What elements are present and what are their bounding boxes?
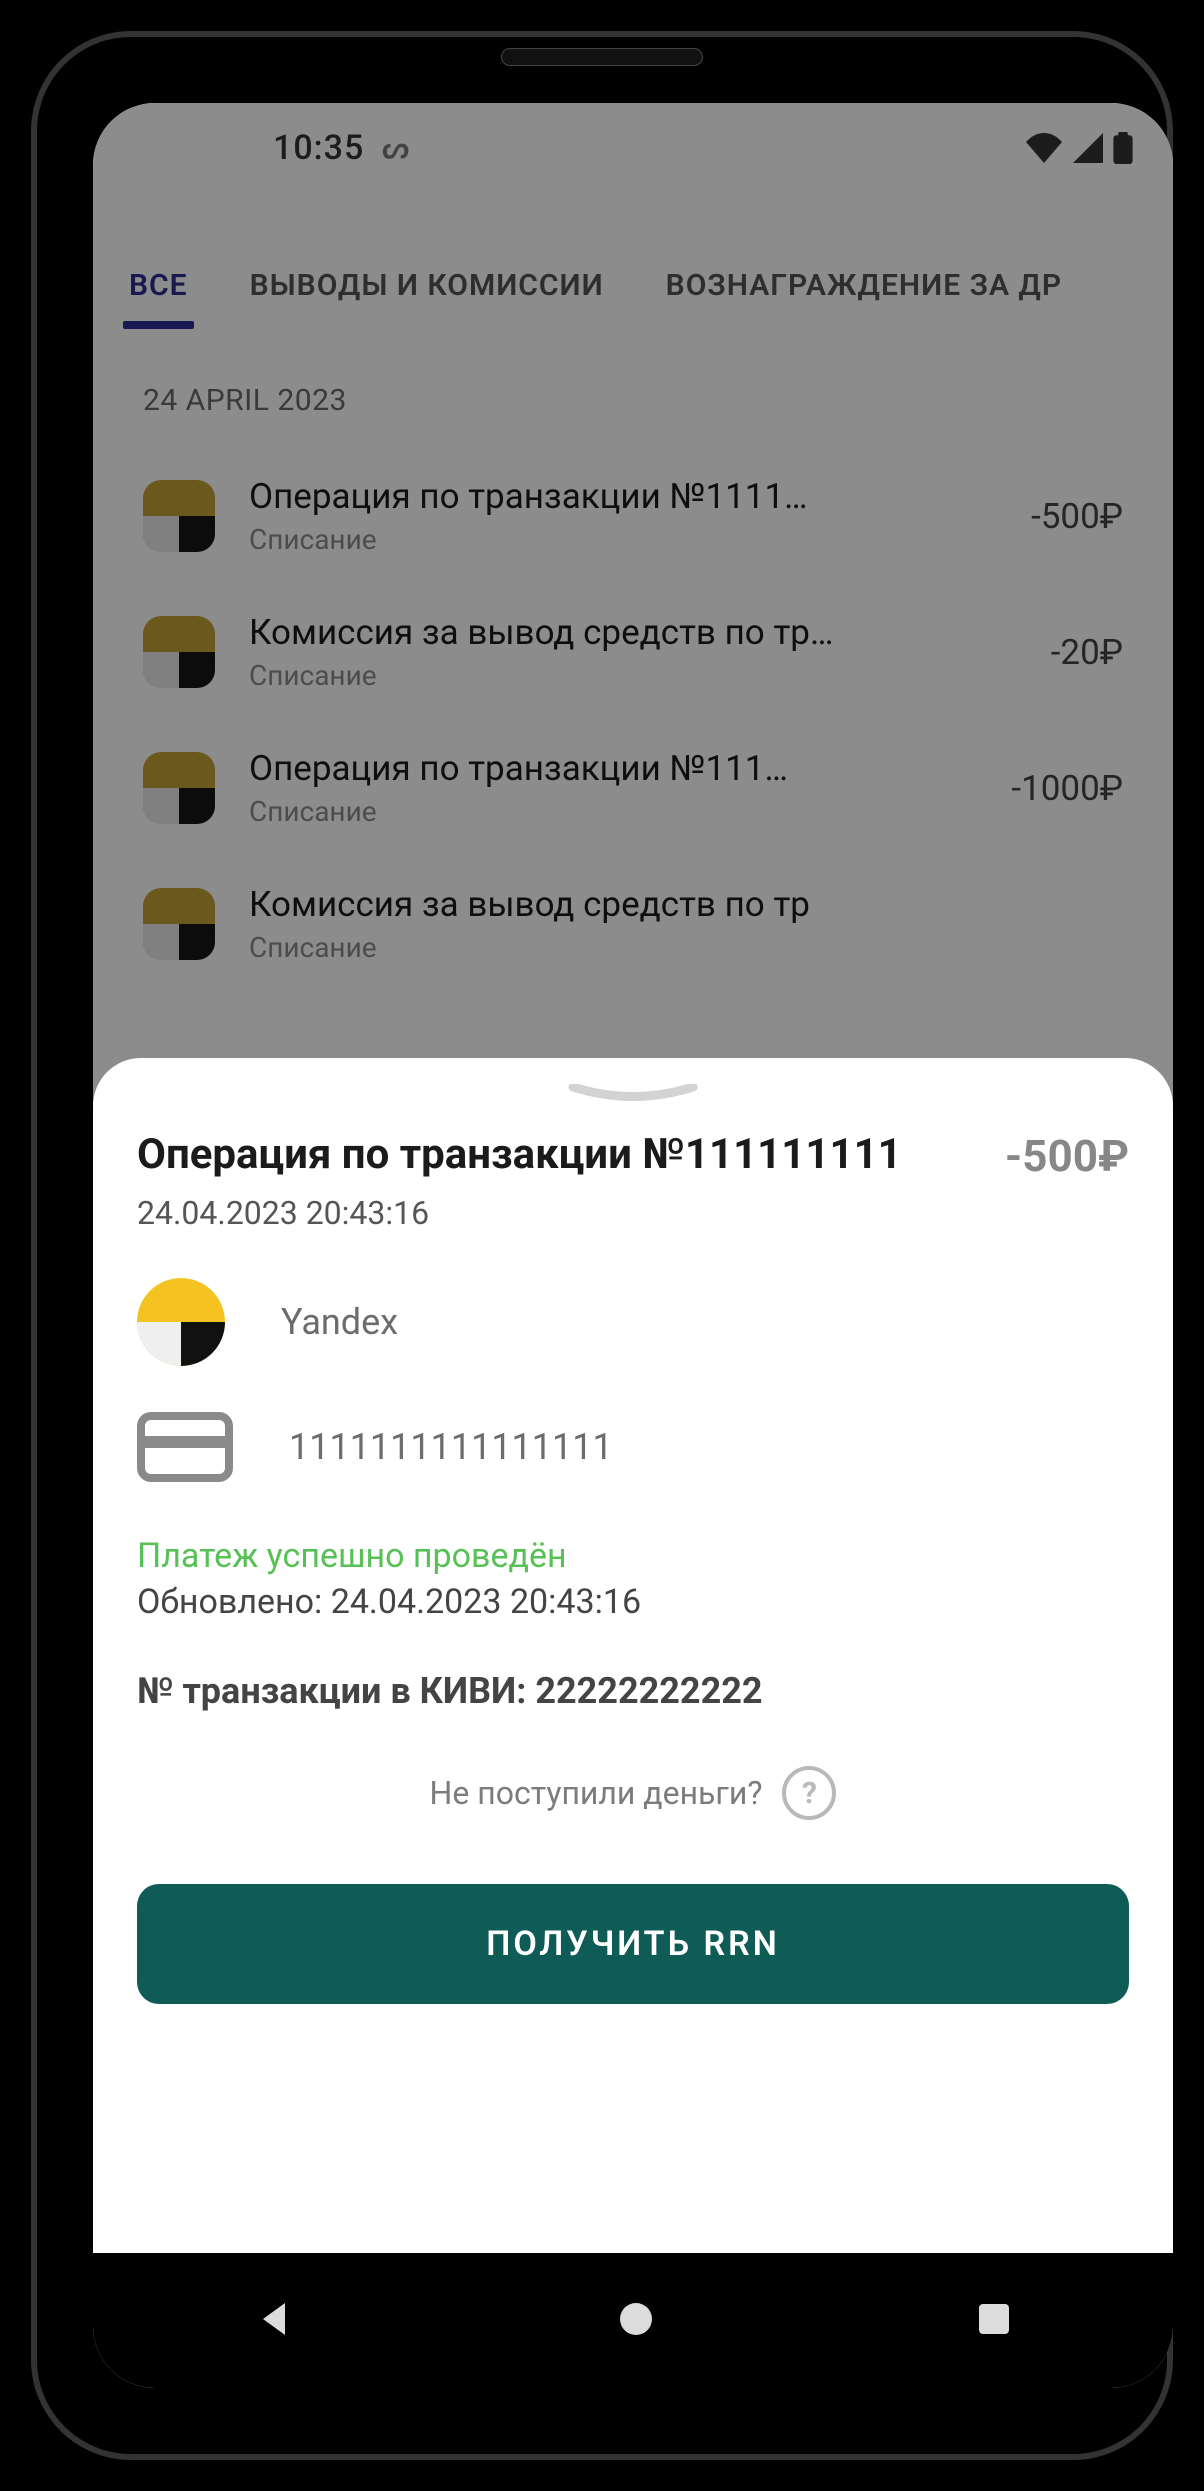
- merchant-logo-icon: [137, 1278, 225, 1366]
- speaker-grill: [501, 48, 703, 66]
- sheet-title: Операция по транзакции №111111111: [137, 1130, 985, 1180]
- updated-timestamp: Обновлено: 24.04.2023 20:43:16: [137, 1582, 1129, 1622]
- transaction-detail-sheet: Операция по транзакции №111111111 -500₽ …: [93, 1058, 1173, 2253]
- drag-handle[interactable]: [568, 1084, 698, 1104]
- question-icon: ?: [782, 1766, 836, 1820]
- screen: 10:35 ᔕ ВСЕ ВЫВОДЫ И КОМИССИИ ВОЗНАГРАЖД…: [93, 103, 1173, 2388]
- nav-recent-button[interactable]: [977, 2302, 1011, 2340]
- sheet-datetime: 24.04.2023 20:43:16: [137, 1194, 1129, 1232]
- system-nav-bar: [93, 2253, 1173, 2388]
- nav-home-button[interactable]: [618, 2301, 654, 2341]
- sheet-amount: -500₽: [1005, 1130, 1129, 1182]
- get-rrn-button[interactable]: ПОЛУЧИТЬ RRN: [137, 1884, 1129, 2004]
- nav-back-button[interactable]: [255, 2299, 295, 2343]
- card-icon: [137, 1412, 233, 1482]
- kiwi-transaction-id: № транзакции в КИВИ: 22222222222: [137, 1670, 1129, 1712]
- merchant-name: Yandex: [281, 1301, 398, 1343]
- help-row[interactable]: Не поступили деньги? ?: [137, 1766, 1129, 1820]
- payment-status: Платеж успешно проведён: [137, 1536, 1129, 1576]
- card-number: 1111111111111111: [289, 1426, 613, 1468]
- help-text: Не поступили деньги?: [430, 1774, 763, 1812]
- phone-frame: 10:35 ᔕ ВСЕ ВЫВОДЫ И КОМИССИИ ВОЗНАГРАЖД…: [31, 31, 1173, 2460]
